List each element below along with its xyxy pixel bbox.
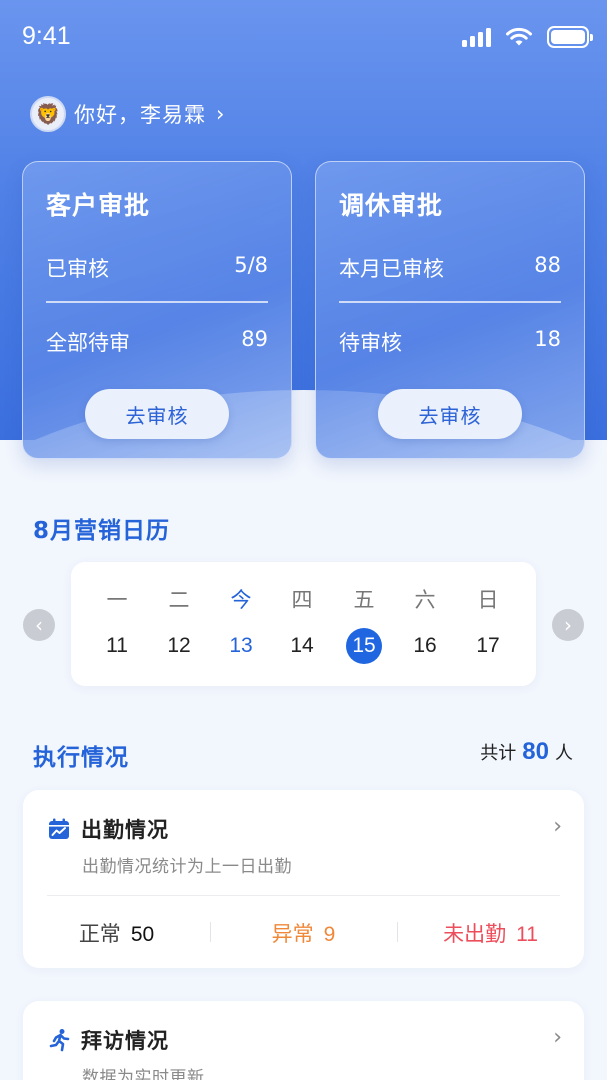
day-number: 13	[229, 634, 253, 657]
status-icons	[462, 26, 593, 48]
card-title: 调休审批	[339, 191, 444, 220]
greeting-link[interactable]: 🦁 你好，李易霖 ›	[30, 96, 224, 132]
day-number: 12	[167, 634, 191, 657]
avatar: 🦁	[30, 96, 66, 132]
execution-total: 共计 80 人	[480, 738, 573, 766]
card-row-pending: 全部待审 89	[46, 327, 268, 357]
row-label: 全部待审	[46, 331, 130, 355]
attendance-card[interactable]: 出勤情况 › 出勤情况统计为上一日出勤 正常 50 异常 9 未出勤 11	[23, 790, 584, 968]
total-count: 80	[522, 738, 549, 765]
attendance-stats: 正常 50 异常 9 未出勤 11	[23, 918, 584, 948]
day-number: 15	[334, 628, 394, 664]
stat-abnormal[interactable]: 异常 9	[210, 918, 397, 948]
row-label: 本月已审核	[339, 257, 444, 281]
execution-title: 执行情况	[33, 745, 129, 771]
card-row-reviewed: 本月已审核 88	[339, 253, 561, 283]
stat-label: 异常	[271, 922, 314, 946]
leave-approval-card: 调休审批 本月已审核 88 待审核 18 去审核	[315, 161, 585, 459]
stat-value: 50	[130, 923, 155, 946]
weekday-label: 四	[291, 588, 313, 612]
chevron-right-icon[interactable]: ›	[553, 814, 562, 839]
calendar-title: 8月营销日历	[33, 518, 171, 544]
weekday-label: 一	[106, 588, 128, 612]
weekday-label: 五	[353, 588, 375, 612]
weekday-label: 今	[230, 588, 252, 612]
card-header: 出勤情况	[47, 814, 169, 844]
battery-icon	[547, 26, 593, 48]
greeting-text: 你好，李易霖	[74, 103, 206, 127]
card-subtitle: 数据为实时更新	[82, 1068, 205, 1080]
stat-absent[interactable]: 未出勤 11	[397, 918, 584, 948]
visits-card[interactable]: 拜访情况 › 数据为实时更新	[23, 1001, 584, 1080]
app-screen: 9:41 🦁 你好，李易霖 › 客户审批 已审核 5/8 全部待审 89 去审核…	[0, 0, 607, 1080]
divider	[339, 301, 561, 303]
stat-label: 未出勤	[443, 922, 507, 946]
card-row-pending: 待审核 18	[339, 327, 561, 357]
weekday-label: 日	[477, 588, 499, 612]
signal-icon	[462, 27, 491, 47]
stat-value: 11	[516, 923, 538, 946]
row-label: 待审核	[339, 331, 402, 355]
go-review-button[interactable]: 去审核	[378, 389, 522, 439]
total-unit: 人	[555, 743, 573, 764]
day-number: 16	[413, 634, 437, 657]
card-title: 出勤情况	[81, 818, 169, 842]
divider	[47, 895, 560, 896]
card-title: 客户审批	[46, 191, 151, 220]
row-label: 已审核	[46, 257, 109, 281]
day-number: 14	[290, 634, 314, 657]
row-value: 89	[241, 327, 268, 351]
card-subtitle: 出勤情况统计为上一日出勤	[82, 857, 292, 877]
chevron-left-icon[interactable]: ‹	[23, 609, 55, 641]
week-calendar: 一 11 二 12 今 13 四 14 五 15 六 16 日 17	[71, 562, 536, 686]
day-number: 11	[106, 634, 128, 657]
stat-value: 9	[323, 923, 336, 946]
chevron-right-icon[interactable]: ›	[553, 1025, 562, 1050]
chevron-right-icon[interactable]: ›	[552, 609, 584, 641]
card-title: 拜访情况	[81, 1029, 169, 1053]
day-number: 17	[476, 634, 500, 657]
chevron-right-icon: ›	[216, 102, 225, 126]
row-value: 18	[534, 327, 561, 351]
divider	[46, 301, 268, 303]
calendar-chart-icon	[47, 817, 71, 841]
stat-normal[interactable]: 正常 50	[23, 918, 210, 948]
total-prefix: 共计	[480, 743, 517, 764]
wifi-icon	[506, 27, 532, 46]
card-row-reviewed: 已审核 5/8	[46, 253, 268, 283]
go-review-button[interactable]: 去审核	[85, 389, 229, 439]
running-person-icon	[47, 1028, 71, 1052]
status-time: 9:41	[22, 22, 71, 50]
weekday-label: 六	[414, 588, 436, 612]
stat-label: 正常	[78, 922, 121, 946]
customer-approval-card: 客户审批 已审核 5/8 全部待审 89 去审核	[22, 161, 292, 459]
row-value: 88	[534, 253, 561, 277]
weekday-label: 二	[168, 588, 190, 612]
card-header: 拜访情况	[47, 1025, 169, 1055]
row-value: 5/8	[234, 253, 268, 277]
status-bar: 9:41	[0, 0, 607, 76]
